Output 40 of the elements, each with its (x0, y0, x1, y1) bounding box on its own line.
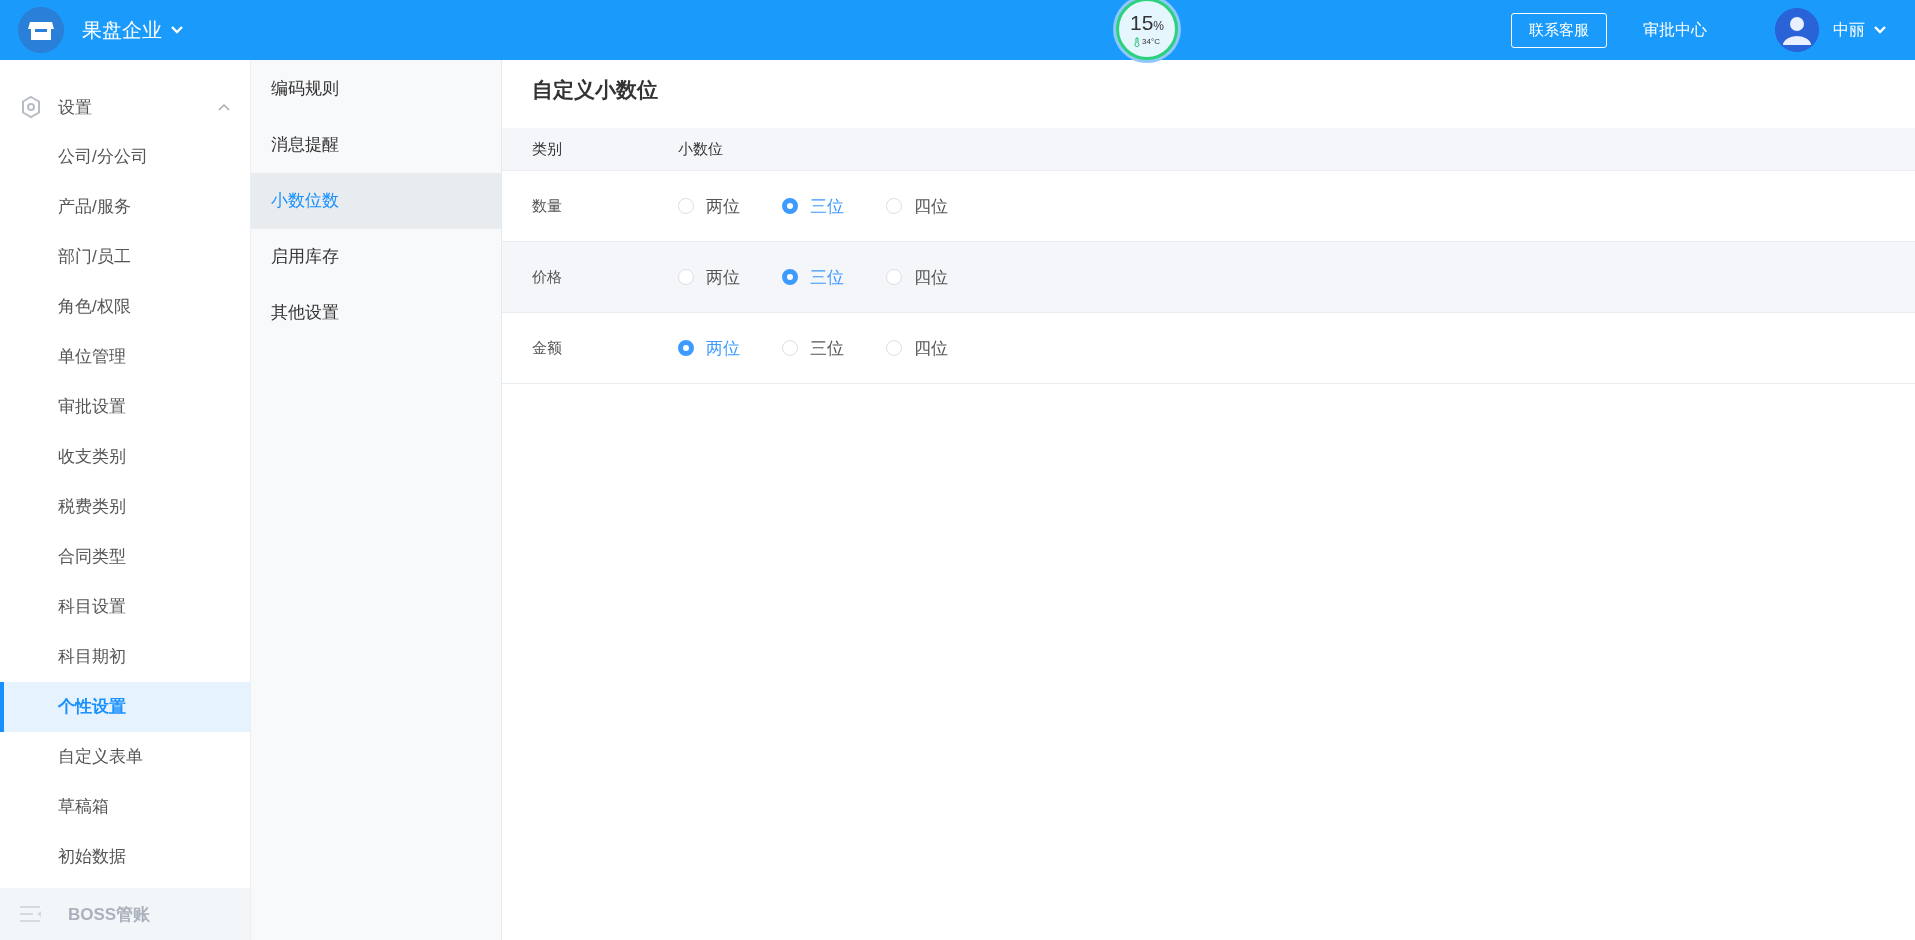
nav-item[interactable]: 税费类别 (0, 482, 250, 532)
decimal-radio-option[interactable]: 四位 (886, 336, 990, 360)
nav-item[interactable]: 审批设置 (0, 382, 250, 432)
nav-item[interactable]: 产品/服务 (0, 182, 250, 232)
avatar-icon[interactable] (1775, 8, 1819, 52)
nav-item[interactable]: 科目设置 (0, 582, 250, 632)
chevron-up-icon (218, 103, 230, 111)
nav-item[interactable]: 自定义表单 (0, 732, 250, 782)
nav-item[interactable]: 合同类型 (0, 532, 250, 582)
column-header: 类别 (531, 139, 563, 159)
category-label: 价格 (531, 267, 563, 287)
column-header: 小数位 (678, 139, 723, 159)
page-title: 自定义小数位 (531, 77, 659, 103)
decimal-radio-option[interactable]: 四位 (886, 194, 990, 218)
nav-item[interactable]: 公司/分公司 (0, 132, 250, 182)
hexagon-settings-icon (20, 95, 42, 119)
submenu-item[interactable]: 启用库存 (251, 229, 501, 285)
memory-gauge[interactable]: 15% 34°C (1116, 0, 1178, 60)
decimal-radio-option[interactable]: 四位 (886, 265, 990, 289)
nav-item[interactable]: 角色/权限 (0, 282, 250, 332)
nav-group[interactable]: 设置 (0, 82, 250, 132)
shop-logo-icon (18, 7, 64, 53)
category-label: 金额 (531, 338, 563, 358)
nav-item[interactable]: 草稿箱 (0, 782, 250, 832)
nav-item[interactable]: 部门/员工 (0, 232, 250, 282)
chevron-down-icon (1873, 25, 1887, 35)
submenu-item[interactable]: 其他设置 (251, 285, 501, 341)
decimal-radio-option[interactable]: 三位 (782, 336, 886, 360)
submenu-item[interactable]: 消息提醒 (251, 117, 501, 173)
nav-item[interactable]: 科目期初 (0, 632, 250, 682)
nav-item[interactable]: 收支类别 (0, 432, 250, 482)
menu-collapse-icon (20, 906, 42, 922)
submenu-item[interactable]: 编码规则 (251, 61, 501, 117)
nav-item[interactable]: 初始数据 (0, 832, 250, 882)
thermometer-icon (1134, 36, 1141, 47)
nav-item[interactable]: 单位管理 (0, 332, 250, 382)
chevron-down-icon (170, 25, 184, 35)
category-label: 数量 (531, 196, 563, 216)
decimal-radio-option[interactable]: 两位 (678, 265, 782, 289)
decimal-radio-option[interactable]: 两位 (678, 194, 782, 218)
